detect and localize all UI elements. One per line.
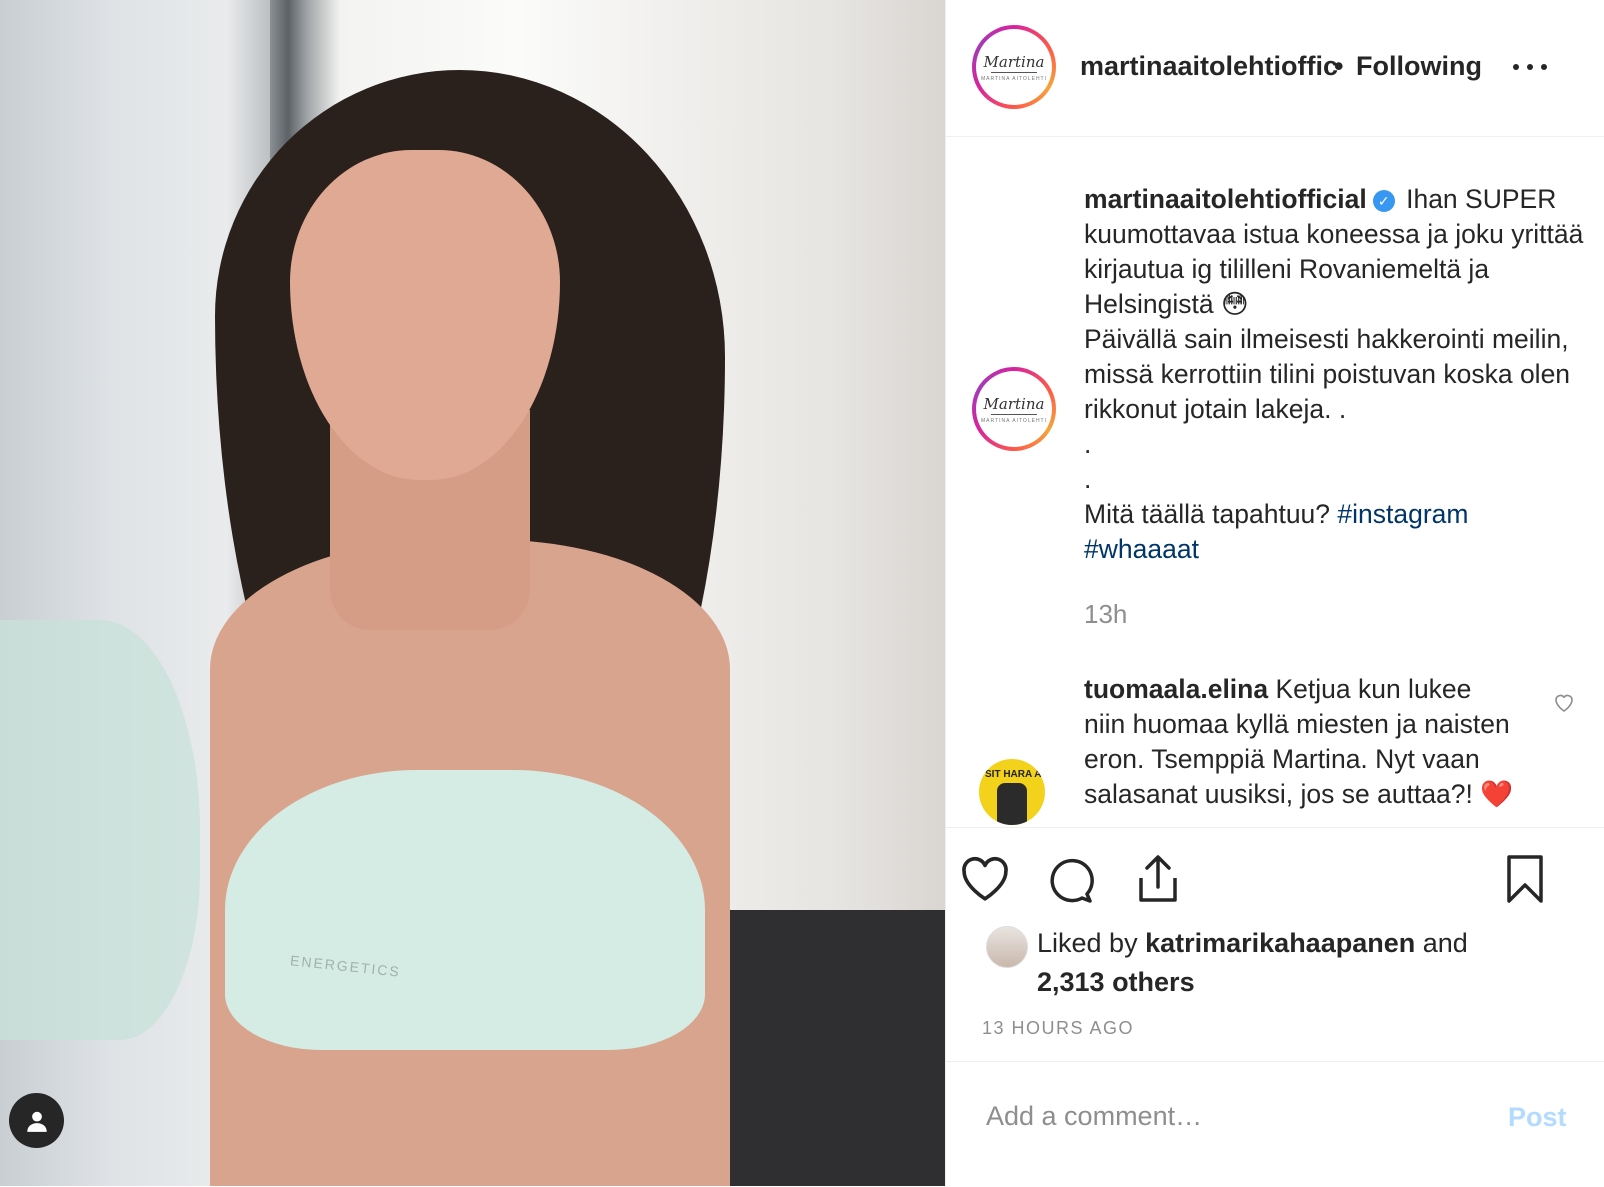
more-options-button[interactable] [1513,62,1547,72]
header-separator: • [1334,51,1344,81]
window-reflection [0,620,200,1040]
caption-relative-time[interactable]: 13h [1084,599,1127,630]
share-icon[interactable] [1135,854,1181,904]
caption-text-3: . [1084,429,1092,459]
post-photo[interactable]: ENERGETICS [0,0,945,1186]
caption-text-4: . [1084,464,1092,494]
avatar-script: Martina [983,52,1045,71]
caption-text-2: Päivällä sain ilmeisesti hakkerointi mei… [1084,324,1571,424]
post-actions: Liked by katrimarikahaapanen and 2,313 o… [946,827,1604,1061]
liked-by-avatar[interactable] [986,926,1028,968]
hashtag-link[interactable]: #whaaaat [1084,534,1199,564]
more-dot-icon [1541,64,1547,70]
photo-top [225,770,705,1050]
post-caption: martinaaitolehtiofficial ✓ Ihan SUPER kuu… [1084,182,1589,567]
likes-summary: Liked by katrimarikahaapanen and 2,313 o… [1037,924,1577,1002]
user-icon [26,1111,47,1132]
add-comment-section: Post [946,1061,1604,1187]
header-username[interactable]: martinaaitolehtioffic [1080,51,1338,82]
caption-text-5: Mitä täällä tapahtuu? [1084,499,1331,529]
like-heart-icon[interactable] [960,856,1010,902]
verified-badge-icon: ✓ [1372,190,1395,212]
comment-avatar[interactable]: SIT HARA AI [979,759,1045,825]
liked-by-prefix: Liked by [1037,928,1138,958]
comments-scroll-area[interactable]: Martina MARTINA AITOLEHTI martinaaitoleh… [946,137,1604,827]
caption-avatar[interactable]: Martina MARTINA AITOLEHTI [972,367,1056,451]
post-details-panel: Martina MARTINA AITOLEHTI martinaaitoleh… [945,0,1604,1186]
likes-others-count[interactable]: 2,313 others [1037,967,1195,997]
post-timestamp[interactable]: 13 HOURS AGO [982,1018,1134,1039]
liked-by-user[interactable]: katrimarikahaapanen [1145,928,1415,958]
caption-username[interactable]: martinaaitolehtiofficial [1084,184,1367,214]
comment-bubble-icon[interactable] [1047,856,1095,904]
comment-item: tuomaala.elina Ketjua kun lukee niin huo… [1084,672,1514,812]
post-comment-button[interactable]: Post [1508,1102,1567,1133]
avatar-script: Martina [983,394,1045,413]
more-dot-icon [1527,64,1533,70]
window-sill [700,910,945,1186]
following-button[interactable]: Following [1356,51,1482,82]
comment-like-heart-icon[interactable] [1552,690,1576,714]
save-bookmark-icon[interactable] [1506,854,1544,904]
more-dot-icon [1513,64,1519,70]
liked-by-and: and [1422,928,1468,958]
tagged-users-button[interactable] [9,1093,64,1148]
avatar-small-text: MARTINA AITOLEHTI [981,75,1047,82]
post-header: Martina MARTINA AITOLEHTI martinaaitoleh… [946,0,1604,137]
comment-username[interactable]: tuomaala.elina [1084,674,1268,704]
hashtag-link[interactable]: #instagram [1337,499,1468,529]
comment-avatar-text: SIT HARA AI [985,769,1045,780]
profile-avatar[interactable]: Martina MARTINA AITOLEHTI [972,25,1056,109]
add-comment-input[interactable] [984,1100,1488,1133]
avatar-small-text: MARTINA AITOLEHTI [981,417,1047,424]
